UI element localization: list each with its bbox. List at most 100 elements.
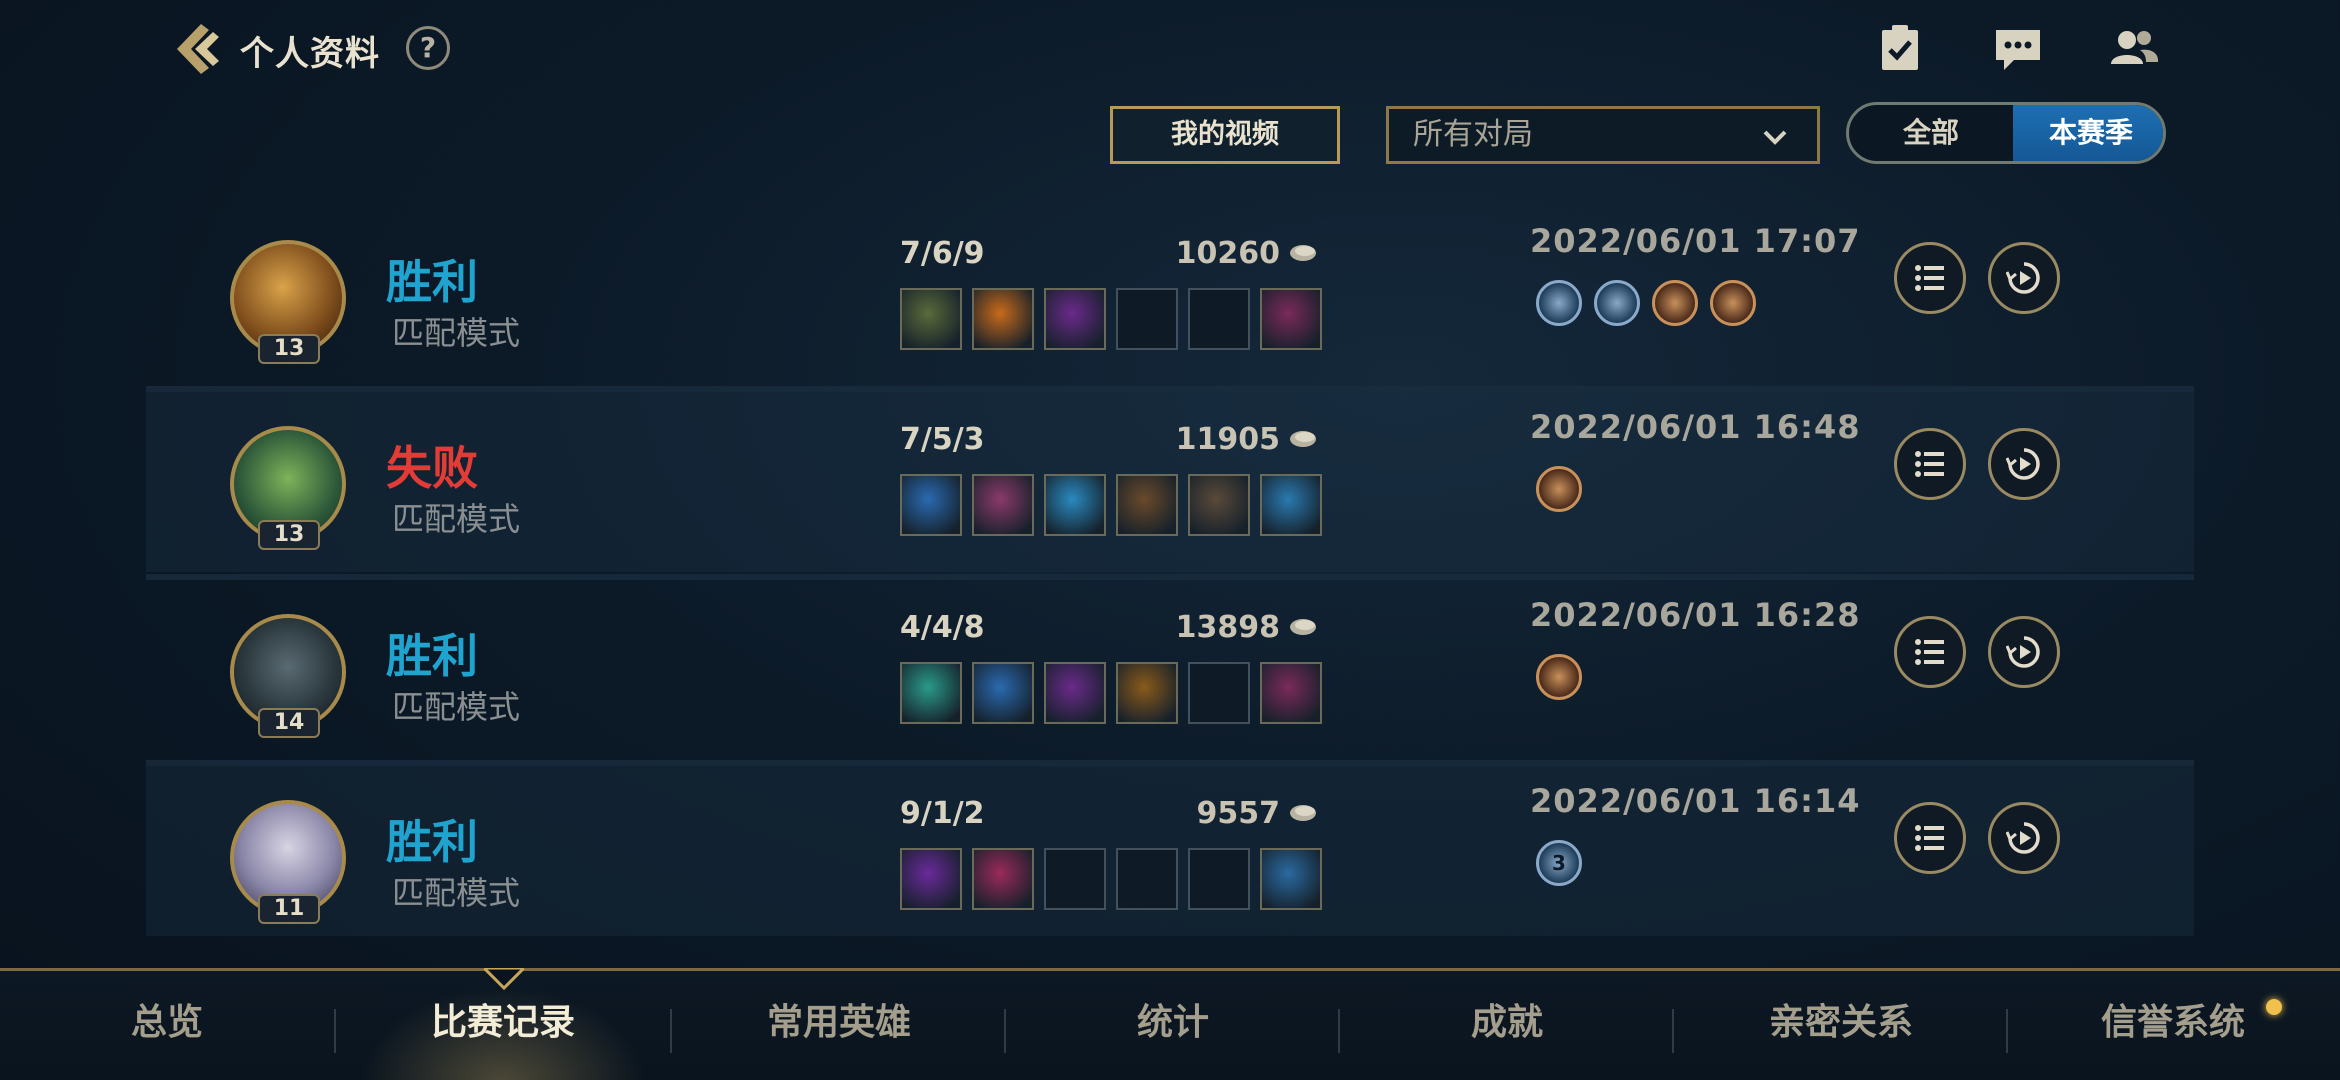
- game-mode: 匹配模式: [392, 500, 521, 538]
- item-slot: [972, 288, 1034, 350]
- item-slot: [900, 848, 962, 910]
- match-result: 胜利: [386, 255, 478, 309]
- champion-level-badge: 13: [258, 334, 320, 364]
- notification-dot: [2266, 999, 2282, 1015]
- match-replay-button[interactable]: [1988, 428, 2060, 500]
- match-result: 胜利: [386, 629, 478, 683]
- tab-match-history[interactable]: 比赛记录: [336, 971, 670, 1080]
- item-slot: [1044, 474, 1106, 536]
- replay-icon: [2006, 822, 2040, 854]
- friends-icon[interactable]: [2106, 20, 2162, 76]
- match-details-button[interactable]: [1894, 428, 1966, 500]
- replay-icon: [2006, 448, 2040, 480]
- tab-achievements[interactable]: 成就: [1340, 971, 1674, 1080]
- match-timestamp: 2022/06/01 16:14: [1530, 782, 1861, 820]
- details-list-icon: [1915, 451, 1944, 477]
- game-mode: 匹配模式: [392, 688, 521, 726]
- game-mode: 匹配模式: [392, 314, 521, 352]
- tab-favorite-champions[interactable]: 常用英雄: [672, 971, 1006, 1080]
- match-result: 胜利: [386, 815, 478, 869]
- match-timestamp: 2022/06/01 16:48: [1530, 408, 1861, 446]
- kda-score: 7/5/3: [900, 422, 985, 457]
- item-slot: [972, 474, 1034, 536]
- item-slot: [972, 662, 1034, 724]
- empty-item-slot: [1188, 662, 1250, 724]
- replay-icon: [2006, 636, 2040, 668]
- item-slot: [1260, 474, 1322, 536]
- match-timestamp: 2022/06/01 17:07: [1530, 222, 1861, 260]
- tab-relationships[interactable]: 亲密关系: [1674, 971, 2008, 1080]
- back-arrow-icon: [177, 24, 219, 74]
- chevron-down-icon: [1763, 130, 1787, 145]
- coin-icon: [1290, 245, 1316, 261]
- task-clipboard-icon[interactable]: [1872, 20, 1928, 76]
- back-button[interactable]: [165, 18, 227, 80]
- match-replay-button[interactable]: [1988, 242, 2060, 314]
- season-toggle[interactable]: 全部 本赛季: [1846, 102, 2166, 164]
- coin-icon: [1290, 431, 1316, 447]
- match-details-button[interactable]: [1894, 802, 1966, 874]
- item-slot: [1260, 662, 1322, 724]
- item-slot: [1116, 662, 1178, 724]
- tab-statistics[interactable]: 统计: [1006, 971, 1340, 1080]
- match-details-button[interactable]: [1894, 242, 1966, 314]
- gold-earned: 9557: [1196, 796, 1281, 831]
- help-icon[interactable]: ?: [406, 26, 450, 70]
- empty-item-slot: [1044, 848, 1106, 910]
- match-timestamp: 2022/06/01 16:28: [1530, 596, 1861, 634]
- bottom-nav: 总览 比赛记录 常用英雄 统计 成就 亲密关系 信誉系统: [0, 968, 2340, 1080]
- chat-icon[interactable]: [1990, 20, 2046, 76]
- kda-score: 4/4/8: [900, 610, 985, 645]
- match-details-button[interactable]: [1894, 616, 1966, 688]
- tab-overview[interactable]: 总览: [0, 971, 334, 1080]
- crest-badge: [1536, 654, 1582, 700]
- item-slot: [1044, 662, 1106, 724]
- triple-kill-badge: 3: [1536, 840, 1582, 886]
- item-slot: [1116, 474, 1178, 536]
- match-row[interactable]: 13 胜利 匹配模式 7/6/9 10260 2022/06/01 17:07: [146, 206, 2194, 386]
- item-slot: [1260, 288, 1322, 350]
- page-title: 个人资料: [240, 34, 380, 74]
- details-list-icon: [1915, 825, 1944, 851]
- match-replay-button[interactable]: [1988, 616, 2060, 688]
- empty-item-slot: [1188, 288, 1250, 350]
- empty-item-slot: [1188, 848, 1250, 910]
- details-list-icon: [1915, 265, 1944, 291]
- match-filter-value: 所有对局: [1413, 117, 1533, 152]
- empty-item-slot: [1116, 288, 1178, 350]
- match-row[interactable]: 11 胜利匹配模式 9/1/2 9557 2022/06/01 16:14 3: [146, 766, 2194, 936]
- empty-item-slot: [1116, 848, 1178, 910]
- match-row[interactable]: 13 失败匹配模式 7/5/3 11905 2022/06/01 16:48: [146, 392, 2194, 572]
- coin-icon: [1290, 619, 1316, 635]
- item-slot: [900, 662, 962, 724]
- replay-icon: [2006, 262, 2040, 294]
- match-replay-button[interactable]: [1988, 802, 2060, 874]
- gold-earned: 11905: [1175, 422, 1280, 457]
- item-slot: [1188, 474, 1250, 536]
- tab-honor-system[interactable]: 信誉系统: [2006, 971, 2340, 1080]
- champion-level-badge: 13: [258, 520, 320, 550]
- toggle-all[interactable]: 全部: [1849, 105, 2013, 161]
- item-slot: [1260, 848, 1322, 910]
- badge-count: 3: [1552, 851, 1566, 875]
- kda-score: 9/1/2: [900, 796, 985, 831]
- shield-badge: [1594, 280, 1640, 326]
- match-result: 失败: [386, 441, 478, 495]
- item-slot: [1044, 288, 1106, 350]
- champion-level-badge: 11: [258, 894, 320, 924]
- flag-badge: [1536, 280, 1582, 326]
- gold-earned: 13898: [1175, 610, 1280, 645]
- details-list-icon: [1915, 639, 1944, 665]
- item-slot: [900, 288, 962, 350]
- champion-level-badge: 14: [258, 708, 320, 738]
- coin-icon: [1290, 805, 1316, 821]
- crest-badge: [1652, 280, 1698, 326]
- item-slot: [900, 474, 962, 536]
- game-mode: 匹配模式: [392, 874, 521, 912]
- match-row[interactable]: 14 胜利匹配模式 4/4/8 13898 2022/06/01 16:28: [146, 580, 2194, 760]
- flame-badge: [1710, 280, 1756, 326]
- match-filter-select[interactable]: 所有对局: [1386, 106, 1820, 164]
- my-videos-button[interactable]: 我的视频: [1110, 106, 1340, 164]
- crest-badge: [1536, 466, 1582, 512]
- toggle-current-season[interactable]: 本赛季: [2013, 105, 2163, 161]
